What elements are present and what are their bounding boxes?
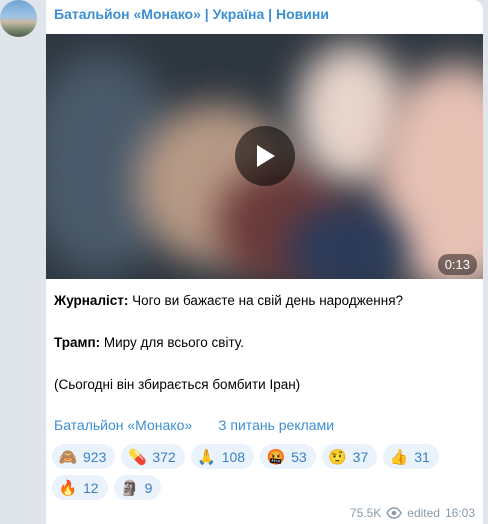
- ads-link[interactable]: З питань реклами: [218, 417, 334, 433]
- channel-avatar[interactable]: [0, 0, 37, 37]
- moai-icon: 🗿: [120, 479, 139, 497]
- play-button[interactable]: [235, 126, 295, 186]
- thumbs-up-icon: 👍: [389, 448, 409, 466]
- reaction-count: 923: [83, 448, 107, 465]
- video-player[interactable]: 0:13: [46, 34, 483, 279]
- message-text: Чого ви бажаєте на свій день народження?: [132, 293, 404, 308]
- reaction-count: 9: [144, 479, 153, 496]
- unamused-face-icon: 🤨: [328, 448, 347, 466]
- reaction-count: 372: [152, 448, 176, 465]
- cursing-face-icon: 🤬: [266, 448, 286, 466]
- edited-label: edited: [407, 506, 440, 520]
- view-count: 75.5K: [349, 506, 382, 520]
- message-time: 16:03: [444, 506, 475, 520]
- message-text: Миру для всього світу.: [103, 335, 244, 350]
- reaction-count: 108: [221, 448, 246, 465]
- reaction-count: 53: [291, 448, 307, 465]
- folded-hands-icon: 🙏: [197, 448, 217, 466]
- reaction-chip[interactable]: 🗿 9: [113, 475, 162, 500]
- play-icon: [257, 145, 275, 167]
- see-no-evil-monkey-icon: 🙈: [58, 448, 78, 466]
- channel-name[interactable]: Батальйон «Монако» | Україна | Новини: [54, 6, 329, 22]
- message-line-note: (Сьогодні він збирається бомбити Іран): [54, 376, 300, 394]
- reaction-count: 37: [352, 448, 369, 465]
- message-line-trump: Трамп: Миру для всього світу.: [54, 334, 244, 352]
- reaction-count: 12: [83, 479, 99, 496]
- speaker-label: Журналіст:: [54, 293, 129, 308]
- reactions: 🙈 923 💊 372 🙏 108 🤬 53 🤨 37 👍 31 🔥 12 🗿 9: [52, 444, 472, 506]
- speaker-label: Трамп:: [54, 335, 101, 350]
- reactions-row: 🔥 12 🗿 9: [52, 475, 472, 500]
- reaction-chip[interactable]: 🤬 53: [260, 444, 316, 469]
- footer-links: Батальйон «Монако» З питань реклами: [54, 417, 334, 433]
- message-meta: 75.5K edited 16:03: [350, 506, 475, 520]
- message-bubble: Батальйон «Монако» | Україна | Новини 0:…: [46, 0, 483, 524]
- pill-icon: 💊: [128, 448, 147, 466]
- reaction-count: 31: [414, 448, 430, 465]
- channel-link[interactable]: Батальйон «Монако»: [54, 417, 192, 433]
- video-duration: 0:13: [437, 254, 477, 275]
- reaction-chip[interactable]: 💊 372: [121, 444, 185, 469]
- fire-icon: 🔥: [58, 479, 78, 497]
- message-line-journalist: Журналіст: Чого ви бажаєте на свій день …: [54, 292, 403, 310]
- reaction-chip[interactable]: 👍 31: [383, 444, 439, 469]
- reaction-chip[interactable]: 🙈 923: [52, 444, 116, 469]
- reaction-chip[interactable]: 🤨 37: [321, 444, 378, 469]
- eye-icon: [386, 507, 403, 519]
- reaction-chip[interactable]: 🔥 12: [52, 475, 108, 500]
- reactions-row: 🙈 923 💊 372 🙏 108 🤬 53 🤨 37 👍 31: [52, 444, 472, 469]
- reaction-chip[interactable]: 🙏 108: [190, 444, 255, 469]
- message-text: (Сьогодні він збирається бомбити Іран): [54, 377, 301, 392]
